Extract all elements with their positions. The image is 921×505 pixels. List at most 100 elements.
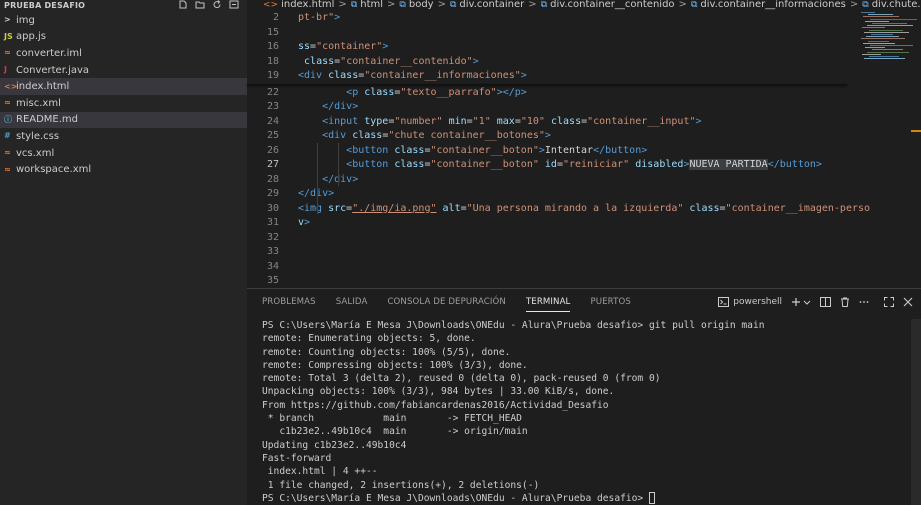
terminal-line: remote: Total 3 (delta 2), reused 0 (del…: [262, 372, 907, 385]
code-line[interactable]: 24 <input type="number" min="1" max="10"…: [247, 115, 921, 130]
file-type-icon: JS: [4, 31, 13, 41]
file-item[interactable]: > img: [0, 12, 247, 29]
breadcrumb-item[interactable]: ⧉ div.container__contenido: [541, 0, 675, 10]
terminal-text: PS C:\Users\María E Mesa J\Downloads\ONE…: [262, 320, 765, 331]
panel-tab[interactable]: SALIDA: [336, 289, 368, 315]
file-item[interactable]: ⓘ README.md: [0, 111, 247, 129]
terminal-line: Fast-forward: [262, 452, 907, 465]
code-line[interactable]: 23 </div>: [247, 100, 921, 115]
panel-tab[interactable]: PUERTOS: [590, 289, 630, 315]
file-name: app.js: [16, 31, 46, 43]
code-line[interactable]: 25 <div class="chute container__botones"…: [247, 129, 921, 144]
code-line[interactable]: 26 <button class="container__boton">Inte…: [247, 144, 921, 159]
minimap-line: [867, 51, 909, 53]
terminal-text: * branch main -> FETCH_HEAD: [262, 413, 522, 425]
minimap-line: [870, 45, 913, 46]
breadcrumb-label: body: [408, 0, 434, 10]
code-editor[interactable]: <> index.html > ⧉ html > ⧉ body > ⧉ div.container >…: [247, 0, 921, 288]
code-line[interactable]: 34: [247, 260, 921, 275]
code-line[interactable]: 31 v>: [247, 216, 921, 231]
code-line[interactable]: 32: [247, 231, 921, 246]
code-token: "number": [394, 115, 443, 127]
shell-name: powershell: [733, 297, 782, 307]
panel-tab[interactable]: TERMINAL: [525, 289, 571, 315]
terminal-scrollbar[interactable]: [911, 319, 921, 505]
panel-tab[interactable]: PROBLEMAS: [262, 289, 316, 315]
code-line[interactable]: 28 </div>: [247, 173, 921, 188]
code-token: <button: [346, 159, 395, 170]
breadcrumb-item[interactable]: ⧉div.chute.container__boto: [862, 0, 921, 10]
file-type-icon: <>: [4, 81, 18, 91]
terminal-profile[interactable]: powershell: [718, 297, 782, 307]
terminal-line: 1 file changed, 2 insertions(+), 2 delet…: [262, 479, 907, 492]
code-line[interactable]: 33: [247, 245, 921, 260]
code-line[interactable]: 30 <img src="./img/ia.png" alt="Una perso…: [247, 202, 921, 217]
breadcrumb-item[interactable]: ⧉ div.container: [450, 0, 524, 10]
file-item[interactable]: ≈ converter.iml: [0, 45, 247, 62]
explorer-actions: [178, 0, 239, 9]
collapse-all-icon[interactable]: [229, 0, 239, 9]
kill-terminal-button[interactable]: [840, 297, 850, 307]
code-token: "container__imagen-perso: [725, 202, 871, 214]
refresh-icon[interactable]: [212, 0, 222, 9]
code-line[interactable]: 2 pt-br">: [247, 11, 921, 26]
code-text: <div class="chute container__botones">: [298, 129, 551, 144]
code-token: min: [448, 115, 467, 127]
terminal-output[interactable]: PS C:\Users\María E Mesa J\Downloads\ONE…: [262, 319, 907, 505]
more-actions-button[interactable]: [859, 297, 869, 307]
code-token: <input: [322, 115, 365, 127]
line-number: 23: [266, 101, 279, 112]
code-line[interactable]: 16 ss="container">: [247, 40, 921, 55]
code-text: <button class="container__boton">Intenta…: [298, 144, 647, 159]
code-token: class: [328, 70, 359, 81]
terminal-line: remote: Counting objects: 100% (5/5), do…: [262, 346, 907, 359]
file-item[interactable]: JS app.js: [0, 29, 247, 46]
terminal-line: remote: Compressing objects: 100% (3/3),…: [262, 359, 907, 372]
minimap[interactable]: [861, 12, 917, 62]
code-line[interactable]: 29</div>: [247, 187, 921, 202]
maximize-panel-button[interactable]: [884, 297, 894, 307]
line-number: 16: [266, 41, 279, 52]
file-item[interactable]: ≈ vcs.xml: [0, 145, 247, 162]
breadcrumb-label: html: [360, 0, 384, 10]
minimap-line: [863, 16, 899, 18]
line-number: 25: [266, 130, 279, 141]
breadcrumb-label: div.container: [459, 0, 525, 10]
code-line[interactable]: 19 <div class="container__informaciones">: [247, 69, 921, 84]
breadcrumb-item[interactable]: ⧉ html: [351, 0, 383, 10]
minimap-line: [865, 47, 885, 49]
code-token: </button>: [593, 144, 648, 156]
new-folder-icon[interactable]: [195, 0, 205, 9]
code-line[interactable]: 18 class="container__contenido">: [247, 55, 921, 70]
minimap-line: [867, 25, 913, 27]
file-item[interactable]: <> index.html: [0, 78, 247, 95]
breadcrumb-item[interactable]: ⧉ div.container__informaciones: [691, 0, 846, 10]
line-number: 28: [266, 173, 279, 185]
terminal-text: c1b23e2..49b10c4 main -> origin/main: [262, 426, 528, 438]
new-file-icon[interactable]: [178, 0, 188, 9]
file-item[interactable]: # style.css: [0, 128, 247, 145]
code-text: <div class="container__informaciones">: [298, 69, 527, 84]
breadcrumb-item[interactable]: ⧉ body: [399, 0, 433, 10]
code-text: class="container__contenido">: [298, 55, 479, 70]
indent-guide: [338, 143, 339, 186]
code-line[interactable]: 27 <button class="container__boton" id="…: [247, 158, 921, 173]
panel-tab[interactable]: CONSOLA DE DEPURACIÓN: [387, 289, 506, 315]
new-terminal-button[interactable]: [791, 297, 811, 307]
close-panel-button[interactable]: [903, 297, 913, 307]
code-token: </div>: [322, 101, 359, 112]
file-item[interactable]: J Converter.java: [0, 62, 247, 79]
breadcrumb-item[interactable]: <> index.html: [263, 0, 334, 10]
file-item[interactable]: ≈ misc.xml: [0, 95, 247, 112]
code-token: "Una persona mirando a la izquierda": [466, 202, 684, 214]
code-line[interactable]: 22 <p class="texto__parrafo"></p>: [247, 86, 921, 101]
breadcrumb-separator: >: [678, 0, 687, 10]
code-token: "texto__parrafo": [400, 86, 497, 98]
code-line[interactable]: 15: [247, 26, 921, 41]
split-terminal-button[interactable]: [820, 297, 831, 307]
code-token: >: [472, 55, 479, 67]
file-item[interactable]: ≈ workspace.xml: [0, 161, 247, 178]
code-line[interactable]: 35: [247, 274, 921, 289]
